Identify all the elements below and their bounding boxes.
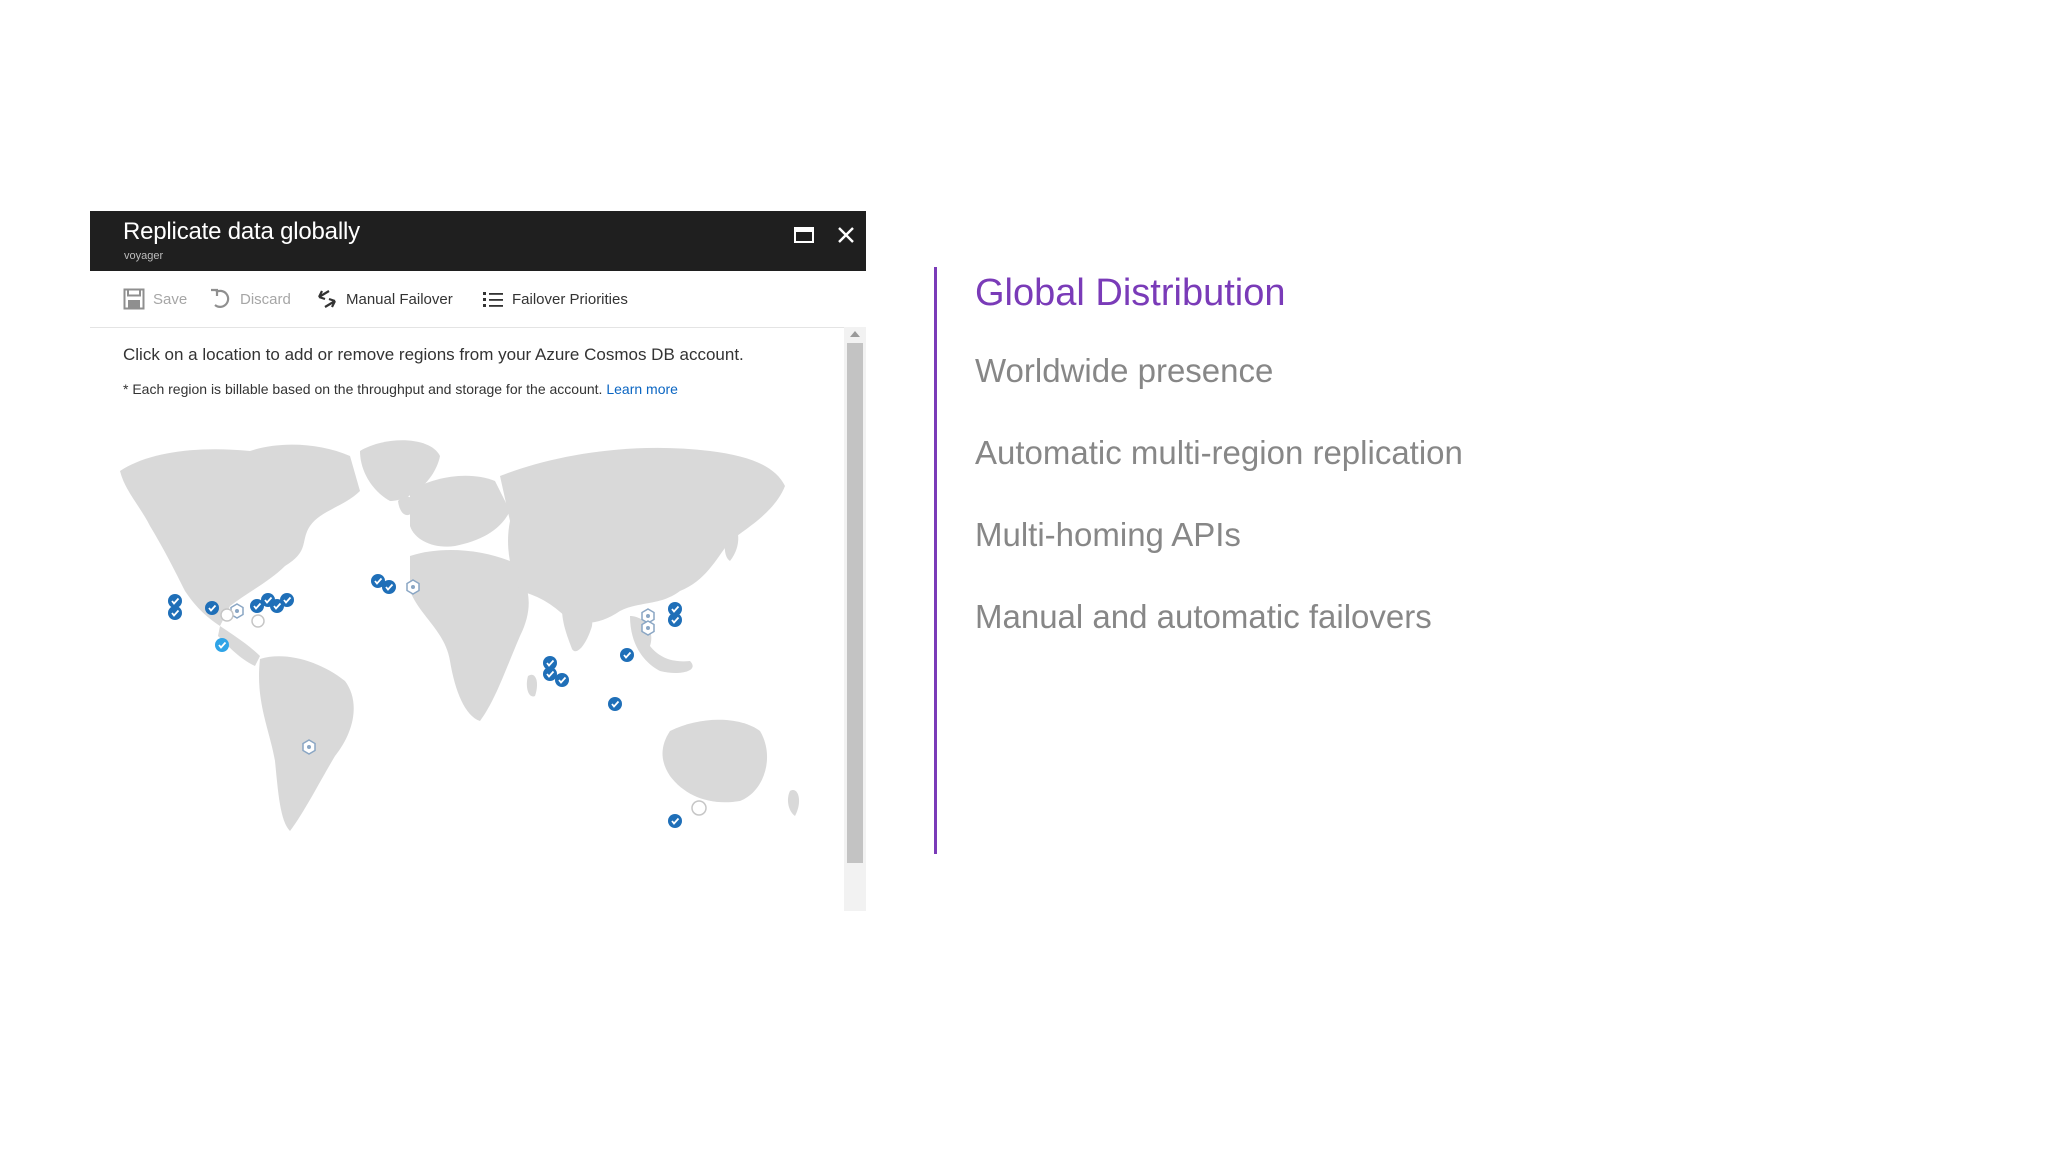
- billing-note: * Each region is billable based on the t…: [123, 381, 678, 397]
- region-japan-west[interactable]: [668, 613, 682, 627]
- save-icon: [123, 288, 145, 310]
- undo-icon: [211, 288, 230, 308]
- region-korea-south-available[interactable]: [641, 620, 655, 636]
- bullet-item: Worldwide presence: [975, 352, 1274, 389]
- region-us-unavailable-1: [220, 608, 234, 622]
- blade-title: Replicate data globally: [123, 218, 360, 245]
- land-australia: [662, 719, 768, 803]
- bullet-item: Manual and automatic failovers: [975, 598, 1432, 635]
- learn-more-link[interactable]: Learn more: [606, 381, 678, 397]
- failover-priorities-button[interactable]: Failover Priorities: [482, 271, 628, 327]
- region-southeast-asia[interactable]: [608, 697, 622, 711]
- region-us-unavailable-2: [251, 614, 265, 628]
- land-madagascar: [526, 674, 538, 697]
- bullet-item: Automatic multi-region replication: [975, 434, 1463, 471]
- save-button[interactable]: Save: [123, 271, 187, 327]
- scrollbar-thumb[interactable]: [847, 343, 863, 863]
- blade-header: Replicate data globally voyager: [90, 211, 866, 271]
- map-land: [120, 440, 800, 831]
- region-west-us-2[interactable]: [168, 606, 182, 620]
- blade-subtitle: voyager: [124, 250, 164, 262]
- region-east-asia[interactable]: [620, 648, 634, 662]
- bullet-item: Multi-homing APIs: [975, 516, 1241, 553]
- region-germany-available[interactable]: [406, 579, 420, 595]
- list-icon: [483, 292, 503, 307]
- discard-button[interactable]: Discard: [210, 271, 291, 327]
- discard-label: Discard: [240, 290, 291, 308]
- failover-priorities-label: Failover Priorities: [512, 290, 628, 308]
- instruction-text: Click on a location to add or remove reg…: [123, 345, 744, 364]
- region-west-central-us[interactable]: [205, 601, 219, 615]
- close-icon: [838, 227, 854, 243]
- region-central-india[interactable]: [543, 667, 557, 681]
- land-europe: [410, 475, 510, 547]
- slide-heading: Global Distribution: [975, 272, 1286, 314]
- land-uk: [398, 496, 415, 516]
- region-australia-southeast[interactable]: [668, 814, 682, 828]
- maximize-button[interactable]: [790, 221, 818, 249]
- region-west-europe[interactable]: [382, 580, 396, 594]
- land-africa: [410, 549, 529, 721]
- land-north-america: [120, 444, 360, 626]
- land-new-zealand: [787, 790, 800, 816]
- scroll-up-arrow-icon[interactable]: [850, 331, 860, 337]
- land-southeast-asia: [630, 616, 693, 673]
- save-label: Save: [153, 290, 188, 308]
- region-canada-east[interactable]: [280, 593, 294, 607]
- land-asia: [500, 447, 785, 623]
- region-brazil-south-available[interactable]: [302, 739, 316, 755]
- accent-divider: [934, 267, 937, 854]
- region-west-us[interactable]: [168, 594, 182, 608]
- close-button[interactable]: [832, 221, 860, 249]
- billing-note-text: * Each region is billable based on the t…: [123, 381, 603, 397]
- replicate-blade: Replicate data globally voyager Save Dis…: [90, 211, 866, 911]
- world-map: [120, 440, 800, 831]
- toolbar: Save Discard Manual Failover Failover Pr…: [90, 271, 866, 328]
- region-south-central-us-write[interactable]: [215, 638, 229, 652]
- land-india: [562, 595, 593, 652]
- manual-failover-label: Manual Failover: [346, 290, 453, 308]
- region-australia-unavailable: [691, 800, 707, 816]
- failover-arrows-icon: [318, 290, 336, 308]
- vertical-scrollbar[interactable]: [844, 327, 866, 911]
- region-south-india[interactable]: [555, 673, 569, 687]
- maximize-icon: [794, 227, 814, 243]
- manual-failover-button[interactable]: Manual Failover: [316, 271, 453, 327]
